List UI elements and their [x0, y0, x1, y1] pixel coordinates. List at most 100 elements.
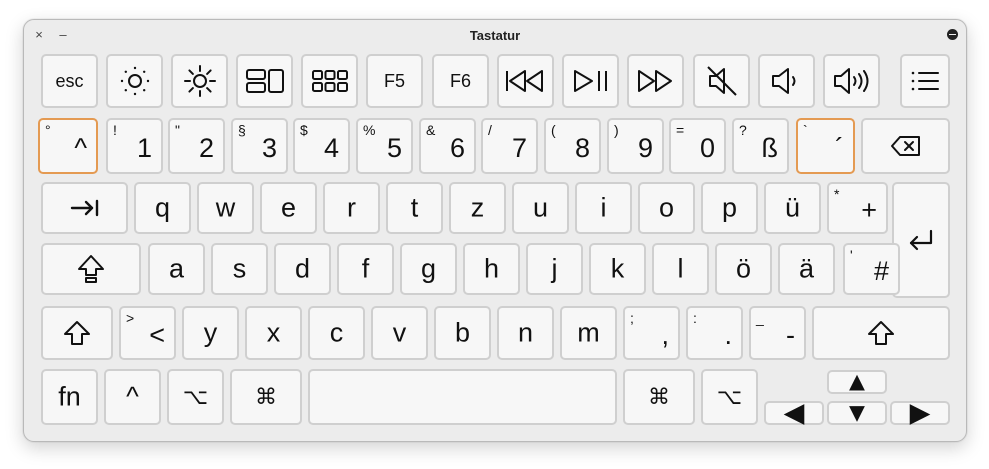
- arrow-down-key[interactable]: ▼: [827, 399, 887, 426]
- arrow-left-key[interactable]: ◀: [764, 399, 824, 426]
- 5-key[interactable]: % 5: [356, 118, 413, 174]
- f-key[interactable]: f: [337, 243, 394, 295]
- q-key[interactable]: q: [134, 182, 191, 234]
- left-shift-key[interactable]: [41, 306, 113, 360]
- a-key[interactable]: a: [148, 243, 205, 295]
- h-key[interactable]: h: [463, 243, 520, 295]
- esc-key[interactable]: esc: [41, 54, 98, 108]
- brightness-down-key[interactable]: [106, 54, 163, 108]
- return-icon: [909, 229, 933, 251]
- spacebar[interactable]: [308, 369, 617, 425]
- eszett-key[interactable]: ? ß: [732, 118, 789, 174]
- p-key[interactable]: p: [701, 182, 758, 234]
- s-key[interactable]: s: [211, 243, 268, 295]
- y-key[interactable]: y: [182, 306, 239, 360]
- acute-key[interactable]: ` ´: [796, 118, 855, 174]
- mute-icon: [706, 66, 737, 96]
- launchpad-key[interactable]: [301, 54, 358, 108]
- rewind-key[interactable]: [497, 54, 554, 108]
- plus-key[interactable]: * +: [827, 182, 888, 234]
- w-key[interactable]: w: [197, 182, 254, 234]
- j-key[interactable]: j: [526, 243, 583, 295]
- c-key[interactable]: c: [308, 306, 365, 360]
- x-key[interactable]: x: [245, 306, 302, 360]
- play-pause-icon: [573, 70, 607, 92]
- list-icon: [911, 71, 939, 91]
- l-key[interactable]: l: [652, 243, 709, 295]
- comma-key[interactable]: ; ,: [623, 306, 680, 360]
- u-umlaut-key[interactable]: ü: [764, 182, 821, 234]
- left-option-key[interactable]: ⌥: [167, 369, 224, 425]
- fast-forward-key[interactable]: [627, 54, 684, 108]
- title-bar: × – Tastatur: [24, 20, 966, 52]
- play-pause-key[interactable]: [562, 54, 619, 108]
- shift-icon: [868, 321, 894, 345]
- left-command-key[interactable]: ⌘: [230, 369, 302, 425]
- arrow-right-key[interactable]: ▶: [890, 399, 950, 426]
- t-key[interactable]: t: [386, 182, 443, 234]
- v-key[interactable]: v: [371, 306, 428, 360]
- brightness-down-icon: [120, 66, 149, 96]
- tab-key[interactable]: [41, 182, 128, 234]
- mission-control-key[interactable]: [236, 54, 293, 108]
- volume-up-key[interactable]: [823, 54, 880, 108]
- period-key[interactable]: : .: [686, 306, 743, 360]
- o-key[interactable]: o: [638, 182, 695, 234]
- e-key[interactable]: e: [260, 182, 317, 234]
- i-key[interactable]: i: [575, 182, 632, 234]
- arrow-up-key[interactable]: ▲: [827, 368, 887, 395]
- right-command-key[interactable]: ⌘: [623, 369, 695, 425]
- mute-key[interactable]: [693, 54, 750, 108]
- volume-up-icon: [833, 68, 868, 94]
- launchpad-icon: [311, 70, 348, 92]
- caps-lock-icon: [78, 255, 104, 283]
- 2-key[interactable]: " 2: [168, 118, 225, 174]
- minus-key[interactable]: _ -: [749, 306, 806, 360]
- brightness-up-key[interactable]: [171, 54, 228, 108]
- r-key[interactable]: r: [323, 182, 380, 234]
- options-icon[interactable]: [947, 29, 958, 40]
- control-key[interactable]: ^: [104, 369, 161, 425]
- d-key[interactable]: d: [274, 243, 331, 295]
- caret-key[interactable]: ° ^: [38, 118, 98, 174]
- f5-key[interactable]: F5: [366, 54, 423, 108]
- 0-key[interactable]: = 0: [669, 118, 726, 174]
- volume-down-icon: [771, 68, 795, 94]
- k-key[interactable]: k: [589, 243, 646, 295]
- keyboard-viewer-window: × – Tastatur esc F5 F6 ° ^ ! 1 " 2 § 3 $…: [23, 19, 967, 442]
- 4-key[interactable]: $ 4: [293, 118, 350, 174]
- right-option-key[interactable]: ⌥: [701, 369, 758, 425]
- window-title: Tastatur: [469, 28, 521, 43]
- a-umlaut-key[interactable]: ä: [778, 243, 835, 295]
- backspace-icon: [890, 136, 920, 156]
- brightness-up-icon: [183, 65, 216, 97]
- o-umlaut-key[interactable]: ö: [715, 243, 772, 295]
- backspace-key[interactable]: [861, 118, 950, 174]
- return-key[interactable]: [892, 182, 950, 298]
- 9-key[interactable]: ) 9: [607, 118, 664, 174]
- 7-key[interactable]: / 7: [481, 118, 538, 174]
- list-key[interactable]: [900, 54, 950, 108]
- b-key[interactable]: b: [434, 306, 491, 360]
- 8-key[interactable]: ( 8: [544, 118, 601, 174]
- right-shift-key[interactable]: [812, 306, 950, 360]
- z-key[interactable]: z: [449, 182, 506, 234]
- caps-lock-key[interactable]: [41, 243, 141, 295]
- fn-key[interactable]: fn: [41, 369, 98, 425]
- mission-control-icon: [245, 69, 284, 93]
- f6-key[interactable]: F6: [432, 54, 489, 108]
- 3-key[interactable]: § 3: [231, 118, 288, 174]
- rewind-icon: [505, 70, 543, 92]
- tab-icon: [70, 199, 98, 217]
- hash-key[interactable]: ' #: [843, 243, 900, 295]
- n-key[interactable]: n: [497, 306, 554, 360]
- shift-icon: [64, 321, 90, 345]
- g-key[interactable]: g: [400, 243, 457, 295]
- fast-forward-icon: [637, 70, 672, 92]
- 6-key[interactable]: & 6: [419, 118, 476, 174]
- 1-key[interactable]: ! 1: [106, 118, 163, 174]
- angle-bracket-key[interactable]: > <: [119, 306, 176, 360]
- u-key[interactable]: u: [512, 182, 569, 234]
- m-key[interactable]: m: [560, 306, 617, 360]
- volume-down-key[interactable]: [758, 54, 815, 108]
